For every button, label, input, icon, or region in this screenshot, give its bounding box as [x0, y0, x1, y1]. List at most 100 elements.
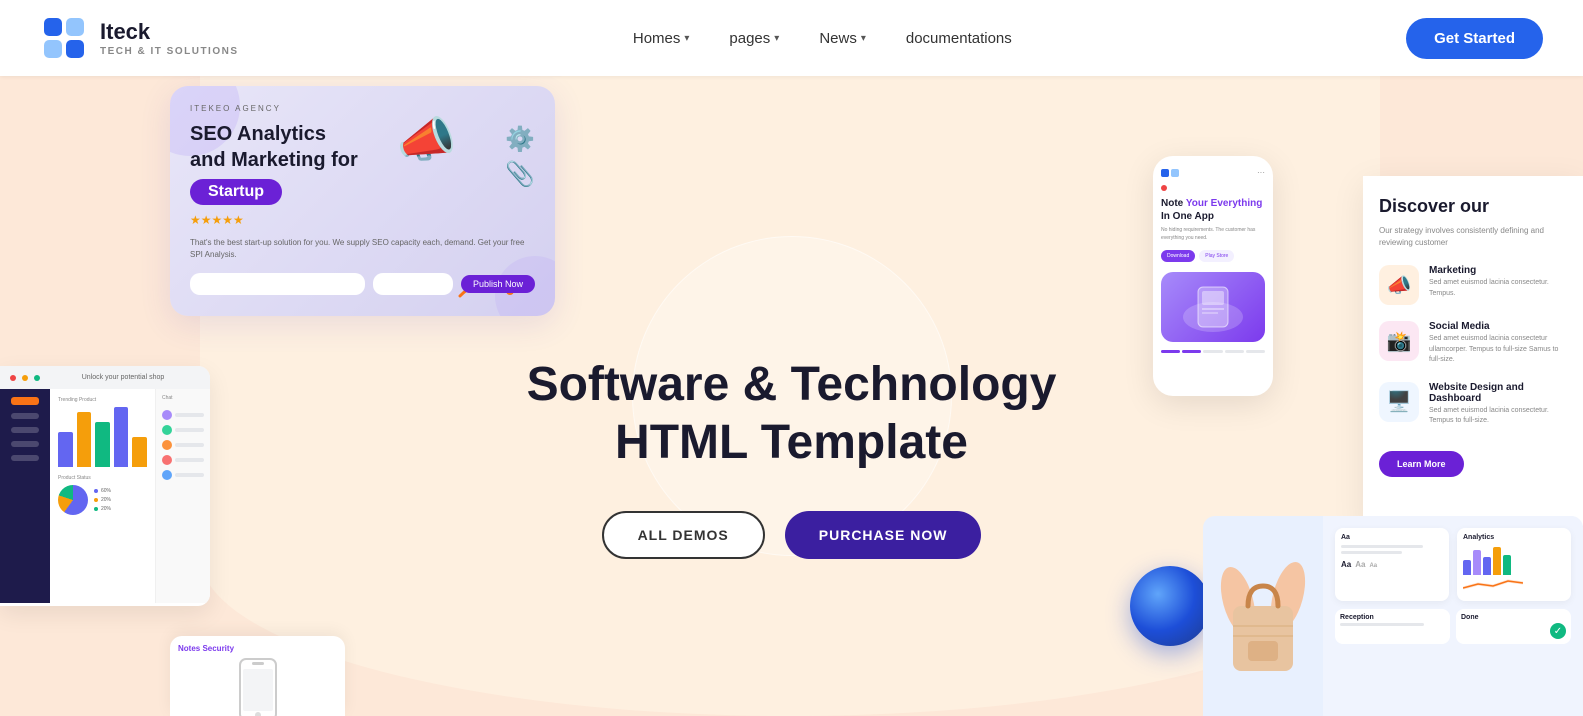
legend-item-1: 60%	[94, 488, 111, 494]
chevron-down-icon: ▾	[774, 33, 779, 44]
social-icon: 📸	[1387, 329, 1412, 354]
seo-card-bottom: Publish Now	[190, 273, 535, 295]
website-text: Website Design and Dashboard Sed amet eu…	[1429, 382, 1567, 427]
aa-medium: Aa	[1355, 560, 1365, 569]
reception-bar	[1340, 623, 1424, 626]
phone-menu-dots: ···	[1257, 168, 1265, 177]
seo-card-desc: That's the best start-up solution for yo…	[190, 237, 535, 261]
mini-bar-5	[1503, 555, 1511, 575]
chat-line-5	[175, 473, 204, 477]
shopping-art-area	[1203, 516, 1323, 716]
nav-item-homes[interactable]: Homes ▾	[633, 30, 690, 47]
chat-item-2	[162, 425, 204, 435]
shop-bottom-cell-2: Done ✓	[1456, 609, 1571, 644]
website-icon: 🖥️	[1387, 389, 1412, 414]
seo-card-title: SEO Analyticsand Marketing for	[190, 121, 358, 173]
legend-dot-1	[94, 489, 98, 493]
hero-title: Software & Technology HTML Template	[492, 356, 1092, 471]
legend-dot-3	[94, 507, 98, 511]
done-label: Done	[1461, 614, 1566, 621]
dashboard-main: Trending Product Product Status	[50, 389, 155, 603]
card-dashboard: Unlock your potential shop Trending Prod…	[0, 366, 210, 606]
aa-small: Aa	[1369, 563, 1377, 569]
logo[interactable]: Iteck TECH & IT SOLUTIONS	[40, 14, 239, 62]
phone-logo	[1161, 169, 1179, 177]
mini-bar-3	[1483, 557, 1491, 575]
bar-3	[95, 422, 110, 467]
phone-screen-svg	[1178, 277, 1248, 337]
text-line-2	[1341, 551, 1402, 554]
check-icon: ✓	[1550, 623, 1566, 639]
shop-bottom-cell-1: Reception	[1335, 609, 1450, 644]
pie-chart-row: 60% 20% 20%	[58, 485, 147, 515]
nav-item-docs[interactable]: documentations	[906, 30, 1012, 47]
main-nav: Homes ▾ pages ▾ News ▾ documentations	[633, 30, 1012, 47]
hero-buttons: ALL DEMOS PURCHASE NOW	[492, 511, 1092, 559]
bottom-phone-art	[178, 657, 337, 716]
phone-play-button[interactable]: Play Store	[1199, 250, 1234, 262]
pie-legend: 60% 20% 20%	[94, 488, 111, 512]
bar-2	[77, 412, 92, 467]
all-demos-button[interactable]: ALL DEMOS	[602, 511, 765, 559]
card-discover: Discover our Our strategy involves consi…	[1363, 176, 1583, 526]
seo-input-field[interactable]	[190, 273, 365, 295]
chart-card: Analytics	[1457, 528, 1571, 601]
phone-app-title: Note Your EverythingIn One App	[1161, 197, 1265, 223]
seo-publish-button[interactable]: Publish Now	[461, 275, 535, 293]
trend-line-svg	[1463, 578, 1523, 590]
mini-bar-1	[1463, 560, 1471, 575]
phone-app-buttons: Download Play Store	[1161, 250, 1265, 262]
discover-item-marketing: 📣 Marketing Sed amet euismod lacinia con…	[1379, 265, 1567, 305]
site-header: Iteck TECH & IT SOLUTIONS Homes ▾ pages …	[0, 0, 1583, 76]
phone-rate-row	[1161, 350, 1265, 353]
marketing-icon: 📣	[1387, 273, 1412, 298]
logo-tagline: TECH & IT SOLUTIONS	[100, 46, 239, 57]
discover-title: Discover our	[1379, 196, 1567, 217]
dashboard-header-bar: Unlock your potential shop	[0, 366, 210, 389]
blue-sphere-decoration	[1130, 566, 1210, 646]
chat-avatar-4	[162, 455, 172, 465]
chart-header: Analytics	[1463, 534, 1565, 541]
website-icon-box: 🖥️	[1379, 382, 1419, 422]
text-line-1	[1341, 545, 1423, 548]
marketing-icon-box: 📣	[1379, 265, 1419, 305]
chevron-down-icon: ▾	[684, 33, 689, 44]
mini-bar-4	[1493, 547, 1501, 575]
legend-item-2: 20%	[94, 497, 111, 503]
phone-app-art	[1161, 272, 1265, 342]
notification-dot	[1161, 185, 1167, 191]
chat-line-1	[175, 413, 204, 417]
phone-app-desc: No hiding requirements. The customer has…	[1161, 227, 1265, 242]
get-started-button[interactable]: Get Started	[1406, 18, 1543, 59]
chat-avatar-3	[162, 440, 172, 450]
aa-size-row: Aa Aa Aa	[1341, 560, 1443, 569]
shopping-bag-svg	[1213, 551, 1313, 681]
purchase-now-button[interactable]: PURCHASE NOW	[785, 511, 982, 559]
social-icon-box: 📸	[1379, 321, 1419, 361]
chat-line-4	[175, 458, 204, 462]
bar-4	[114, 407, 129, 467]
phone-download-button[interactable]: Download	[1161, 250, 1195, 262]
chat-line-3	[175, 443, 204, 447]
shopping-ui-area: Aa Aa Aa Aa Analytics	[1323, 516, 1583, 716]
nav-item-news[interactable]: News ▾	[819, 30, 866, 47]
hero-section: Software & Technology HTML Template ALL …	[0, 76, 1583, 716]
chat-avatar-5	[162, 470, 172, 480]
seo-input-field2[interactable]	[373, 273, 453, 295]
pie-chart	[58, 485, 88, 515]
seo-card-tag: ITEKEO AGENCY	[190, 104, 535, 113]
sidebar-item-4	[11, 455, 39, 461]
chat-line-2	[175, 428, 204, 432]
stars-rating: ★★★★★	[190, 213, 535, 227]
discover-learn-more-button[interactable]: Learn More	[1379, 451, 1464, 477]
dashboard-chat-panel: Chat	[155, 389, 210, 603]
reception-label: Reception	[1340, 614, 1445, 621]
chevron-down-icon: ▾	[861, 33, 866, 44]
chat-item-1	[162, 410, 204, 420]
bar-1	[58, 432, 73, 467]
card-bottom-phone: Notes Security	[170, 636, 345, 716]
nav-item-pages[interactable]: pages ▾	[729, 30, 779, 47]
phone-app-header: ···	[1161, 168, 1265, 177]
hero-text-block: Software & Technology HTML Template ALL …	[492, 356, 1092, 559]
shopping-bottom-row: Reception Done ✓	[1335, 609, 1571, 644]
